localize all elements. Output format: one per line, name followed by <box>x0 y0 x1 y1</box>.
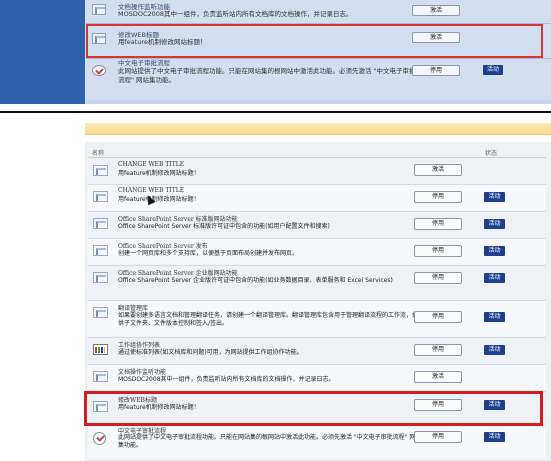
status-badge: 活动 <box>484 273 505 283</box>
column-header-status: 状态 <box>485 150 498 157</box>
feature-icon <box>93 245 108 256</box>
feature-row: 中文电子审批流程 此网站提供了中文电子审批流程功能。只能在网站集的根网站中激活此… <box>88 427 546 459</box>
feature-row: Office SharePoint Server 标准版网站功能 Office … <box>88 212 546 237</box>
feature-title: 中文电子审批流程 <box>118 59 170 67</box>
deactivate-button[interactable]: 停用 <box>412 65 460 76</box>
feature-row: CHANGE WEB TITLE 用feature机制修改网站标题！ 激活 <box>88 159 546 183</box>
activate-button[interactable]: 激活 <box>412 5 460 16</box>
header-divider <box>88 157 546 158</box>
status-badge: 活动 <box>484 219 505 229</box>
feature-icon <box>93 307 108 318</box>
feature-title: 翻译管理库 <box>118 305 149 312</box>
deactivate-button[interactable]: 停用 <box>414 218 462 230</box>
feature-icon <box>93 165 108 176</box>
feature-row: 翻译管理库 如果要创建多语言文档和管理翻译任务，请创建一个翻译管理库。翻译管理库… <box>88 301 546 336</box>
zoomed-feature-row: 中文电子审批流程 此网站提供了中文电子审批流程功能。只能在网站集的根网站中激活此… <box>86 59 551 99</box>
feature-row: Office SharePoint Server 企业版网站功能 Office … <box>88 266 546 299</box>
feature-description: 此网站提供了中文电子审批流程功能。只能在网站集的根网站中激活此功能。必须先激活 … <box>118 434 422 449</box>
feature-description: Office SharePoint Server 企业版许可证中包含的功能(如业… <box>118 277 393 284</box>
feature-description: 如果要创建多语言文档和管理翻译任务，请创建一个翻译管理库。翻译管理库包含用于管理… <box>118 312 425 327</box>
feature-icon <box>93 371 108 382</box>
feature-description: 通过使标准列表(如文档库和问题)可用，为网站提供工作组协作功能。 <box>118 349 303 356</box>
feature-row: CHANGE WEB TITLE 用feature机制修改网站标题！ 停用 活动 <box>88 185 546 210</box>
feature-title: CHANGE WEB TITLE <box>118 161 185 168</box>
feature-row: 工作组协作列表 通过使标准列表(如文档库和问题)可用，为网站提供工作组协作功能。… <box>88 338 546 363</box>
feature-title: Office SharePoint Server 标准版网站功能 <box>118 216 238 223</box>
approval-icon <box>92 65 106 76</box>
status-badge: 活动 <box>484 345 505 355</box>
feature-title: 工作组协作列表 <box>118 342 161 349</box>
zoomed-list-bottom-band <box>85 100 551 104</box>
feature-icon <box>93 218 108 229</box>
highlight-box <box>84 391 543 426</box>
feature-description: Office SharePoint Server 标准版许可证中包含的功能(如用… <box>118 223 330 230</box>
feature-description: 用feature机制修改网站标题！ <box>118 196 200 203</box>
feature-description: 创建一个网页库和多个支持库，以便基于页面布局创建并发布网页。 <box>118 250 299 257</box>
deactivate-button[interactable]: 停用 <box>414 431 462 443</box>
chart-icon <box>93 344 108 355</box>
feature-icon <box>93 272 108 283</box>
feature-title: Office SharePoint Server 企业版网站功能 <box>118 270 238 277</box>
feature-icon <box>93 191 108 202</box>
section-divider <box>0 111 551 113</box>
deactivate-button[interactable]: 停用 <box>414 191 462 203</box>
column-header-name: 名称 <box>92 150 105 157</box>
feature-icon <box>92 4 106 15</box>
deactivate-button[interactable]: 停用 <box>414 245 462 257</box>
deactivate-button[interactable]: 停用 <box>414 272 462 284</box>
feature-row: 文档操作监听功能 MOSDOC2008其中一组件，负责监听站内所有文档库的文档操… <box>88 365 546 390</box>
feature-title: 文档操作监听功能 <box>118 369 167 376</box>
feature-row: Office SharePoint Server 发布 创建一个网页库和多个支持… <box>88 239 546 264</box>
deactivate-button[interactable]: 停用 <box>414 344 462 356</box>
deactivate-button[interactable]: 停用 <box>414 311 462 323</box>
status-badge: 活动 <box>484 432 505 442</box>
header-band <box>85 123 551 135</box>
status-badge: 活动 <box>483 65 503 75</box>
status-badge: 活动 <box>484 246 505 256</box>
highlight-box <box>86 24 543 58</box>
status-badge: 活动 <box>484 312 505 322</box>
feature-title: Office SharePoint Server 发布 <box>118 243 208 250</box>
feature-description: 用feature机制修改网站标题！ <box>118 170 200 177</box>
feature-description: MOSDOC2008其中一组件，负责监听站内所有文档库的文档操作，并记录日志。 <box>118 10 353 18</box>
feature-description: 此网站提供了中文电子审批流程功能。只能在网站集的根网站中激活此功能。必须先激活 … <box>118 67 416 84</box>
activate-button[interactable]: 激活 <box>414 164 462 176</box>
feature-description: MOSDOC2008其中一组件，负责监听站内所有文档库的文档操作，并记录日志。 <box>118 376 335 383</box>
approval-icon <box>93 432 106 445</box>
status-badge: 活动 <box>484 192 505 202</box>
activate-button[interactable]: 激活 <box>414 371 462 383</box>
zoomed-feature-row: 文档操作监听功能 MOSDOC2008其中一组件，负责监听站内所有文档库的文档操… <box>86 0 551 22</box>
